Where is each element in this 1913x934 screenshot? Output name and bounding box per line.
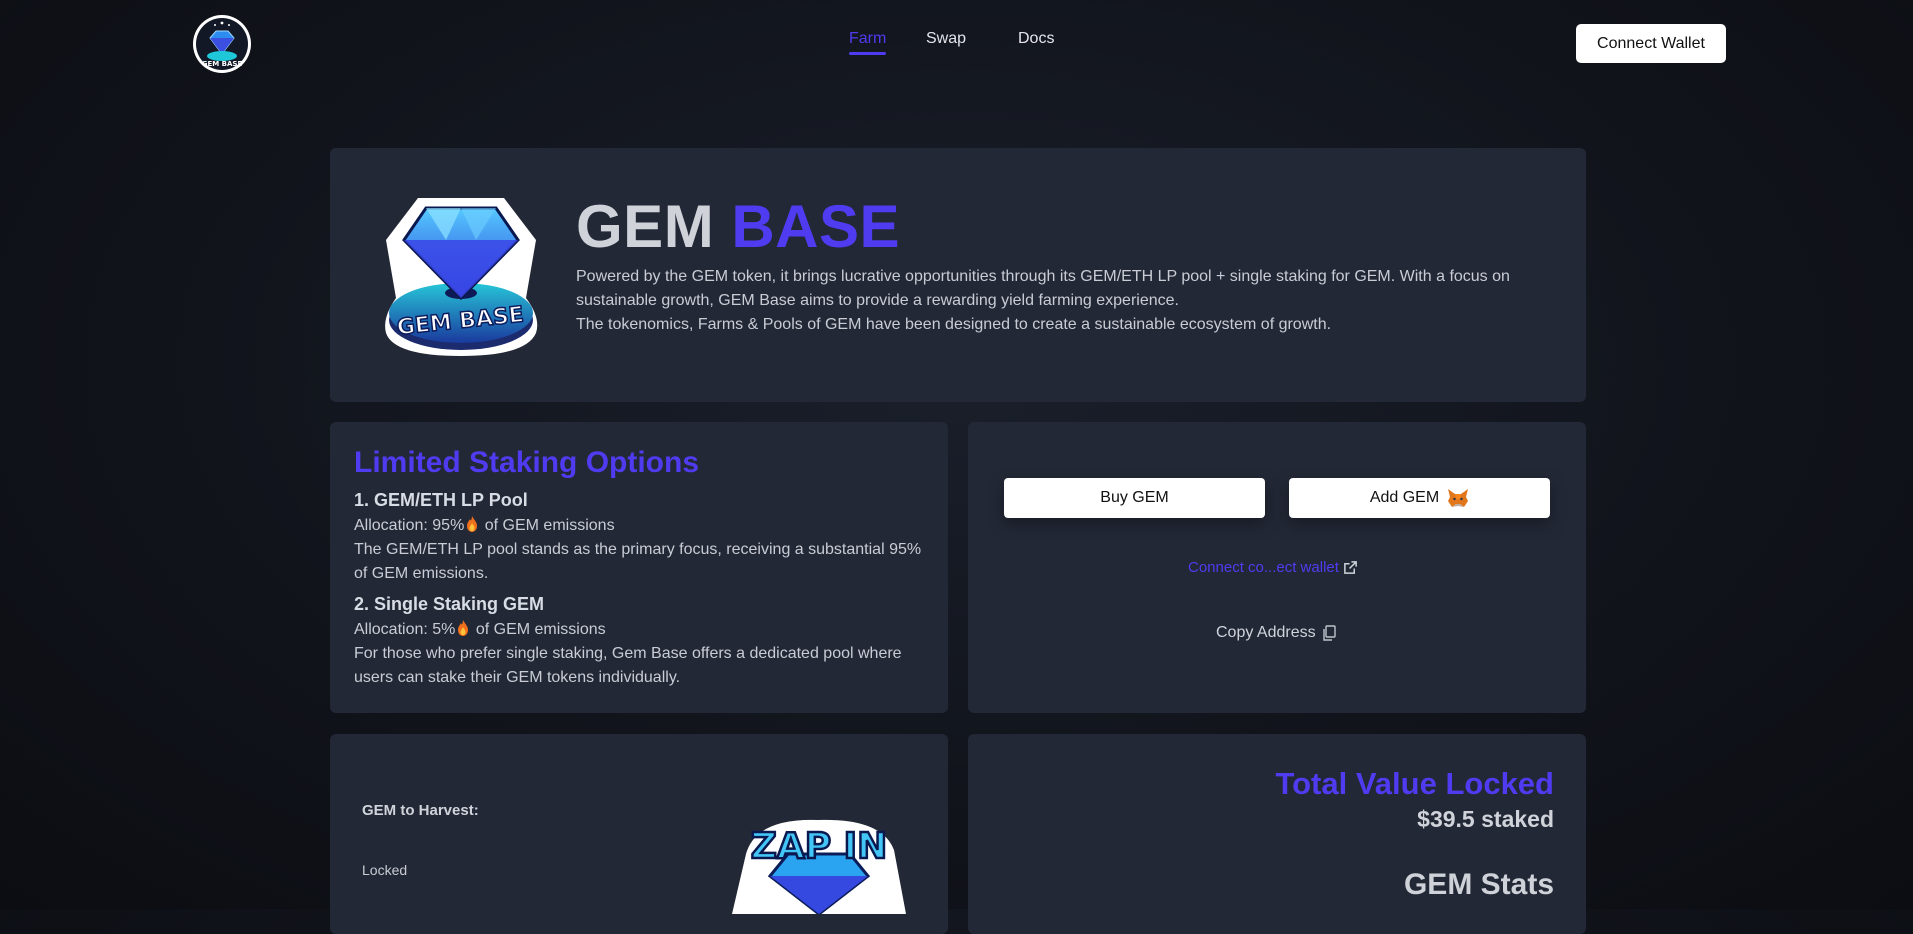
tvl-card: Total Value Locked $39.5 staked GEM Stat… bbox=[968, 734, 1586, 934]
locked-label: Locked bbox=[362, 862, 408, 878]
copy-address-button[interactable]: Copy Address bbox=[1216, 624, 1336, 642]
hero-desc-line: Powered by the GEM token, it brings lucr… bbox=[576, 268, 1510, 285]
harvest-card: GEM to Harvest: Locked ZAP IN bbox=[330, 734, 948, 934]
svg-text:ZAP IN: ZAP IN bbox=[751, 826, 887, 867]
flame-icon bbox=[467, 516, 478, 532]
pool2-allocation-value: Allocation: 5% bbox=[354, 621, 456, 638]
flame-icon bbox=[458, 620, 469, 636]
pool2-heading: 2. Single Staking GEM bbox=[354, 594, 545, 614]
pool2-description: For those who prefer single staking, Gem… bbox=[354, 645, 902, 686]
svg-text:GEM BASE: GEM BASE bbox=[202, 60, 243, 68]
gem-base-logo-icon: GEM BASE bbox=[385, 198, 538, 356]
gem-stats-title: GEM Stats bbox=[1403, 868, 1554, 901]
nav-link-docs[interactable]: Docs bbox=[1018, 30, 1054, 48]
pool1-description: The GEM/ETH LP pool stands as the primar… bbox=[354, 541, 922, 582]
hero-description: Powered by the GEM token, it brings lucr… bbox=[576, 265, 1536, 337]
external-link-icon bbox=[1344, 561, 1357, 574]
pool1-allocation: Allocation: 95% of GEM emissions bbox=[354, 514, 934, 538]
pool1-allocation-value: Allocation: 95% bbox=[354, 517, 465, 534]
pool1-heading: 1. GEM/ETH LP Pool bbox=[354, 490, 528, 510]
copy-icon bbox=[1322, 625, 1336, 641]
hero-desc-line: sustainable growth, GEM Base aims to pro… bbox=[576, 292, 1179, 309]
hero-desc-line: The tokenomics, Farms & Pools of GEM hav… bbox=[576, 316, 1332, 333]
add-gem-label: Add GEM bbox=[1369, 489, 1440, 506]
zap-in-logo-icon[interactable]: ZAP IN bbox=[726, 814, 912, 914]
copy-address-label: Copy Address bbox=[1216, 624, 1316, 641]
tvl-title: Total Value Locked bbox=[1275, 766, 1554, 801]
gem-base-logo-icon[interactable]: GEM BASE bbox=[192, 14, 252, 74]
gem-to-harvest-label: GEM to Harvest: bbox=[362, 802, 479, 819]
hero-card: GEM BASE GEM BASE Powered by the GEM tok… bbox=[330, 148, 1586, 402]
title-base: BASE bbox=[731, 193, 901, 260]
pool1-allocation-suffix: of GEM emissions bbox=[484, 517, 615, 534]
add-gem-button[interactable]: Add GEM bbox=[1289, 478, 1550, 518]
nav-link-farm[interactable]: Farm bbox=[849, 30, 887, 55]
token-actions-card: Buy GEM Add GEM Connect co...ect wallet … bbox=[968, 422, 1586, 713]
staking-body: 1. GEM/ETH LP Pool Allocation: 95% of GE… bbox=[354, 488, 934, 690]
top-nav: GEM BASE Farm Swap Docs Connect Wallet bbox=[0, 0, 1913, 90]
buy-gem-label: Buy GEM bbox=[1100, 489, 1169, 506]
staking-title: Limited Staking Options bbox=[354, 446, 700, 479]
page-title: GEM BASE bbox=[576, 192, 900, 261]
buy-gem-button[interactable]: Buy GEM bbox=[1004, 478, 1265, 518]
staking-options-card: Limited Staking Options 1. GEM/ETH LP Po… bbox=[330, 422, 948, 713]
pool2-allocation: Allocation: 5% of GEM emissions bbox=[354, 618, 934, 642]
metamask-fox-icon bbox=[1448, 489, 1469, 507]
connect-wallet-link[interactable]: Connect co...ect wallet bbox=[1188, 559, 1358, 576]
pool2-allocation-suffix: of GEM emissions bbox=[475, 621, 606, 638]
title-gem: GEM bbox=[576, 193, 715, 260]
connect-wallet-link-text: Connect co...ect wallet bbox=[1188, 559, 1339, 576]
nav-link-swap[interactable]: Swap bbox=[926, 30, 966, 48]
connect-wallet-button[interactable]: Connect Wallet bbox=[1576, 24, 1726, 63]
tvl-value: $39.5 staked bbox=[1417, 806, 1554, 832]
